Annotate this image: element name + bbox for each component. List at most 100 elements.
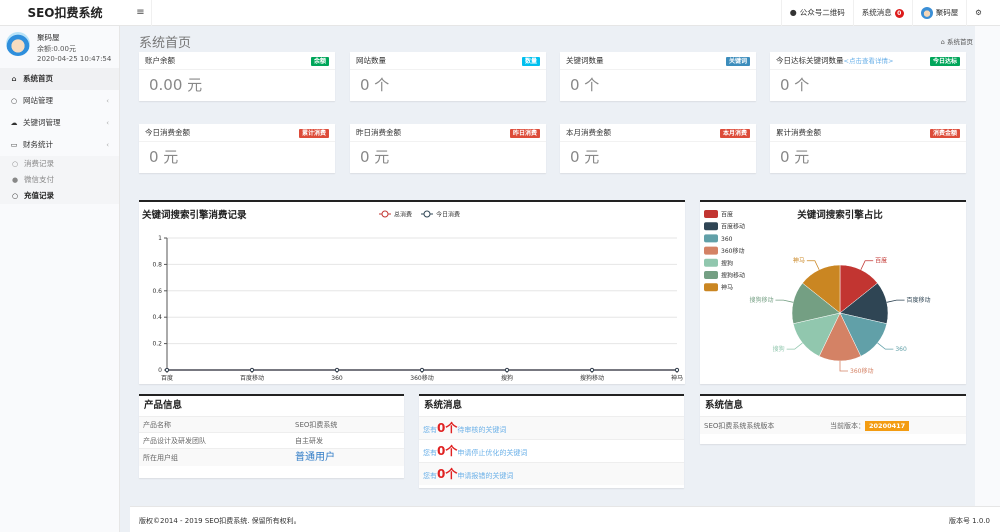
chevron-left-icon: ‹ (106, 119, 109, 127)
sidebar-item-keyword-management[interactable]: ☁ 关键词管理 ‹ (0, 112, 119, 134)
submenu-item-wechat-pay[interactable]: ● 微信支付 (0, 172, 119, 188)
row-key: 所在用户组 (143, 454, 178, 462)
message-error-reports[interactable]: 您有0个申请报错的关键词 (419, 462, 684, 485)
gears-icon: ⚙ (975, 8, 982, 17)
y-tick-label: 0.6 (152, 288, 162, 295)
user-panel: 聚码屋 余额:0.00元 2020-04-25 10:47:54 (0, 26, 119, 68)
pie-label-line (775, 299, 794, 303)
messages-count-badge: 0 (894, 8, 904, 18)
y-tick-label: 0 (158, 367, 162, 374)
legend-swatch (704, 258, 718, 267)
sidebar-item-site-management[interactable]: ○ 网站管理 ‹ (0, 90, 119, 112)
system-messages-title: 系统消息 (424, 400, 463, 411)
stat-card-header: 网站数量 数量 (350, 52, 546, 70)
stat-title: 关键词数量 (566, 56, 604, 65)
finance-submenu: ○ 消费记录 ● 微信支付 ○ 充值记录 (0, 156, 119, 204)
sidebar-item-label: 网站管理 (23, 96, 53, 105)
message-stop-optimization[interactable]: 您有0个申请停止优化的关键词 (419, 439, 684, 462)
table-row: 所在用户组 普通用户 (139, 448, 404, 466)
legend-swatch (704, 246, 718, 255)
y-tick-label: 0.8 (152, 261, 162, 268)
stat-card: 本月消费金额 本月消费 0 元 (560, 124, 756, 173)
consumption-chart-box: 关键词搜索引擎消费记录 总消费 今日消费 0 0.2 0.4 0.6 0.8 1 百度 百度移动 36… (139, 200, 685, 384)
x-tick-label: 360移动 (410, 374, 433, 382)
stat-label-badge: 累计消费 (298, 129, 329, 138)
stat-title: 网站数量 (356, 56, 386, 65)
stat-card-header: 账户余额 余额 (139, 52, 335, 70)
legend-label: 360移动 (721, 247, 744, 255)
row-value: 自主研发 (295, 437, 323, 445)
legend-label: 今日消费 (436, 211, 460, 219)
stat-label-badge: 消费金额 (929, 129, 960, 138)
stat-value: 0 个 (570, 76, 600, 94)
sidebar-toggle-button[interactable]: ≡ (130, 0, 152, 26)
legend-swatch (704, 234, 718, 243)
row-key: SEO扣费系统系统版本 (704, 422, 775, 430)
user-avatar (6, 32, 30, 56)
breadcrumb[interactable]: ⌂ 系统首页 (941, 36, 973, 46)
x-tick-label: 360 (331, 375, 343, 382)
messages-label: 系统消息 (861, 8, 892, 17)
stat-label-badge: 关键词 (725, 57, 750, 66)
x-tick-label: 神马 (671, 374, 683, 382)
message-suffix: 待审核的关键词 (457, 426, 507, 434)
breadcrumb-item[interactable]: 系统首页 (947, 38, 973, 46)
messages-button[interactable]: 系统消息 0 (852, 0, 912, 26)
settings-button[interactable]: ⚙ (966, 0, 990, 26)
legend-marker (423, 210, 431, 218)
pie-label: 360 (895, 346, 907, 353)
message-count: 0个 (437, 467, 458, 481)
sidebar-item-finance[interactable]: ▭ 财务统计 ‹ (0, 134, 119, 156)
pie-label-line (886, 299, 905, 303)
circle-icon: ○ (10, 97, 18, 105)
legend-label: 百度移动 (721, 223, 745, 231)
stat-card: 网站数量 数量 0 个 (350, 52, 546, 101)
legend-label: 总消费 (394, 211, 412, 219)
stat-value: 0 元 (149, 148, 179, 166)
wechat-qr-button[interactable]: ● 公众号二维码 (780, 0, 853, 26)
stat-card: 今日消费金额 累计消费 0 元 (139, 124, 335, 173)
pie-label: 百度 (875, 257, 887, 265)
details-link[interactable]: <点击查看详情> (844, 57, 894, 65)
pie-label: 百度移动 (907, 296, 931, 304)
submenu-item-recharge-records[interactable]: ○ 充值记录 (0, 188, 119, 204)
app-logo[interactable]: SEO扣费系统 (0, 0, 130, 26)
pie-label-line (786, 342, 803, 350)
user-datetime: 2020-04-25 10:47:54 (37, 55, 112, 63)
stat-label-badge: 本月消费 (719, 129, 750, 138)
row-key: 产品设计及研发团队 (143, 437, 206, 445)
x-tick-label: 百度 (161, 374, 173, 382)
chart-title: 关键词搜索引擎占比 (797, 209, 883, 221)
stat-label-badge: 数量 (521, 57, 540, 66)
submenu-item-consumption-records[interactable]: ○ 消费记录 (0, 156, 119, 172)
user-name-top: 聚码屋 (935, 8, 959, 17)
sidebar-menu: ⌂ 系统首页 ○ 网站管理 ‹ ☁ 关键词管理 ‹ ▭ 财务统计 ‹ ○ 消费记… (0, 68, 119, 204)
sidebar-item-home[interactable]: ⌂ 系统首页 (0, 68, 119, 90)
stat-card: 账户余额 余额 0.00 元 (139, 52, 335, 101)
message-prefix: 您有 (423, 472, 437, 480)
legend-swatch (704, 283, 718, 292)
pie-label: 搜狗移动 (749, 296, 773, 304)
table-row: SEO扣费系统系统版本 当前版本： 20200417 (700, 416, 966, 434)
pie-label-line (877, 342, 894, 350)
x-tick-label: 百度移动 (240, 374, 264, 382)
pie-label-line (860, 260, 874, 270)
series-point (334, 367, 340, 373)
stat-value: 0 元 (780, 148, 810, 166)
message-pending-review[interactable]: 您有0个待审核的关键词 (419, 416, 684, 439)
stat-title: 今日达标关键词数量 (776, 56, 844, 65)
system-messages-box: 系统消息 您有0个待审核的关键词 您有0个申请停止优化的关键词 您有0个申请报错… (419, 394, 684, 488)
user-menu-button[interactable]: 聚码屋 (911, 0, 967, 26)
system-info-title: 系统信息 (705, 400, 744, 411)
legend-label: 搜狗 (721, 259, 733, 267)
sidebar-item-label: 关键词管理 (23, 118, 61, 127)
user-avatar-small (920, 7, 933, 19)
stat-title: 昨日消费金额 (356, 128, 401, 137)
stat-value: 0 个 (780, 76, 810, 94)
stat-card: 今日达标关键词数量<点击查看详情> 今日达标 0 个 (770, 52, 966, 101)
y-tick-label: 0.2 (152, 341, 162, 348)
page-title: 系统首页 (139, 36, 192, 51)
wechat-icon: ● (789, 8, 797, 17)
user-group-value: 普通用户 (295, 452, 335, 463)
chart-title: 关键词搜索引擎消费记录 (142, 209, 247, 221)
